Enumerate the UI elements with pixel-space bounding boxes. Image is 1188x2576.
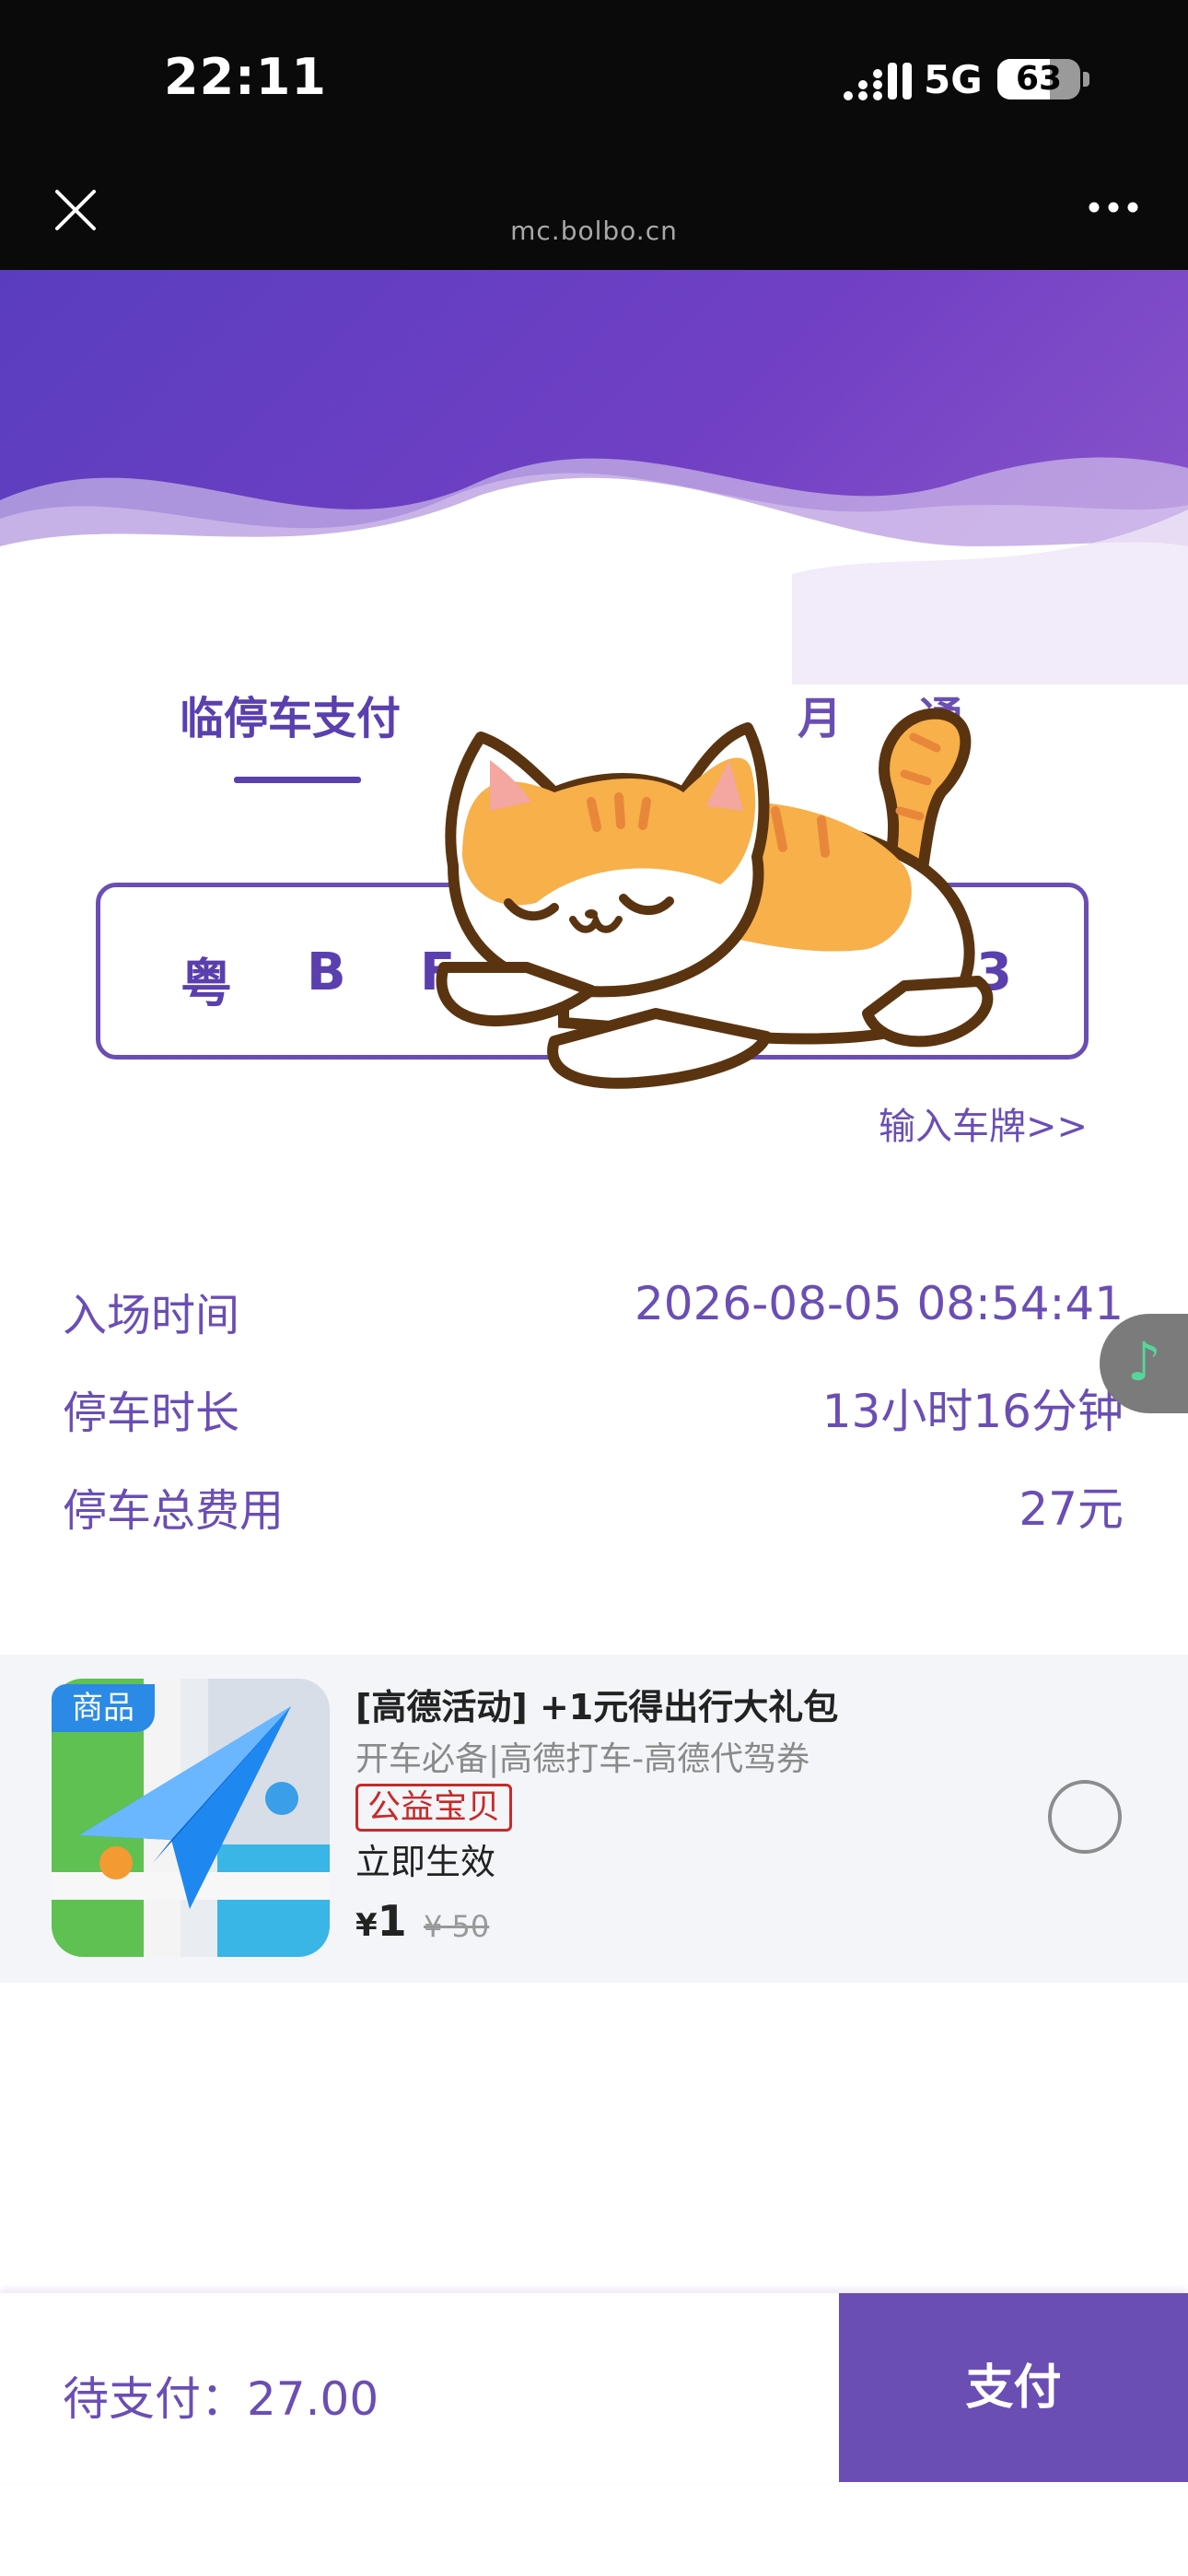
battery-tip <box>1083 72 1089 87</box>
active-tab-indicator <box>234 777 361 783</box>
original-price: ¥ 50 <box>424 1909 490 1944</box>
status-bar: 22:11 5G 63 <box>0 0 1188 147</box>
price-currency: ¥ <box>355 1907 378 1944</box>
duration-value: 13小时16分钟 <box>821 1385 1124 1438</box>
pay-button[interactable]: 支付 <box>839 2293 1188 2482</box>
pending-amount: 待支付：27.00 <box>63 2372 379 2426</box>
tab-temp-parking[interactable]: 临停车支付 <box>180 682 401 746</box>
total-fee-value: 27元 <box>1019 1482 1124 1536</box>
signal-icon <box>844 63 912 100</box>
plate-char-province[interactable]: 粤 <box>181 943 232 1017</box>
price-value: 1 <box>377 1896 407 1946</box>
hero-banner <box>0 270 1188 685</box>
product-price: ¥1 <box>355 1896 407 1946</box>
network-type: 5G <box>924 57 983 102</box>
battery-icon: 63 <box>997 59 1080 100</box>
wave-decoration <box>0 457 1188 685</box>
charity-tag: 公益宝贝 <box>355 1784 513 1832</box>
more-icon[interactable] <box>1087 193 1140 221</box>
browser-top-bar: mc.bolbo.cn <box>0 147 1188 270</box>
entry-time-value: 2026-08-05 08:54:41 <box>634 1277 1124 1330</box>
product-select-radio[interactable] <box>1048 1780 1122 1854</box>
plate-char-2[interactable]: B <box>307 943 346 1002</box>
battery-percent: 63 <box>1015 60 1063 98</box>
product-effect: 立即生效 <box>355 1842 496 1882</box>
product-badge: 商品 <box>52 1684 155 1732</box>
status-time: 22:11 <box>164 48 327 106</box>
product-title: [高德活动] +1元得出行大礼包 <box>355 1687 839 1727</box>
product-subtitle: 开车必备|高德打车-高德代驾券 <box>355 1740 810 1778</box>
total-fee-label: 停车总费用 <box>63 1485 285 1537</box>
sleeping-cat-sticker <box>436 708 994 1089</box>
entry-time-label: 入场时间 <box>63 1290 240 1341</box>
duration-label: 停车时长 <box>63 1388 240 1439</box>
input-plate-link[interactable]: 输入车牌>> <box>879 1096 1088 1150</box>
music-note-icon: ♪ <box>1127 1330 1162 1393</box>
page-url: mc.bolbo.cn <box>510 216 678 246</box>
